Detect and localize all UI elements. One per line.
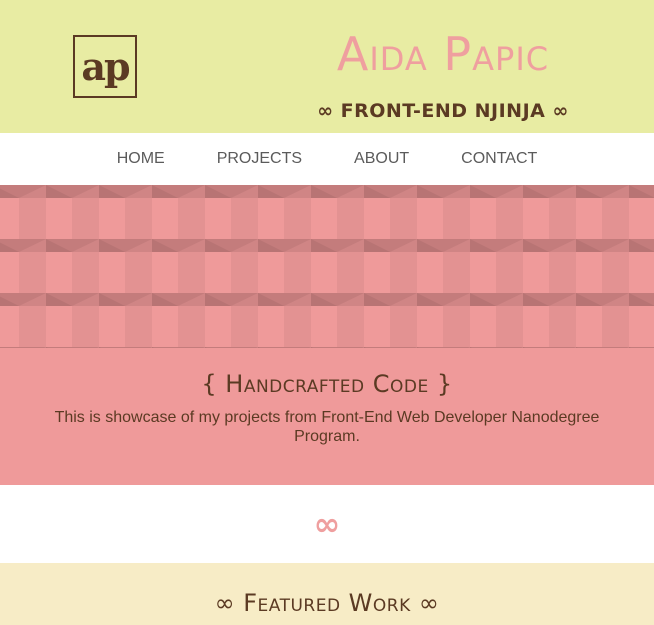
site-header: ap Aida Papic ∞ FRONT-END NJINJA ∞: [0, 0, 654, 133]
nav-link-home[interactable]: HOME: [117, 150, 165, 168]
nav-link-contact[interactable]: CONTACT: [461, 150, 537, 168]
main-nav: HOME PROJECTS ABOUT CONTACT: [0, 133, 654, 185]
geometric-pattern-banner: [0, 185, 654, 348]
hero-section: { Handcrafted Code } This is showcase of…: [0, 348, 654, 485]
logo[interactable]: ap: [73, 35, 137, 98]
hero-description: This is showcase of my projects from Fro…: [54, 409, 600, 445]
nav-link-projects[interactable]: PROJECTS: [217, 150, 302, 168]
nav-link-about[interactable]: ABOUT: [354, 150, 409, 168]
infinity-divider: ∞: [0, 485, 654, 563]
site-title: Aida Papic: [336, 27, 550, 81]
hero-title: { Handcrafted Code }: [201, 370, 453, 398]
infinity-icon: ∞: [313, 505, 341, 543]
site-subtitle: ∞ FRONT-END NJINJA ∞: [317, 100, 569, 122]
featured-work-title: ∞ Featured Work ∞: [214, 589, 440, 617]
featured-work-section: ∞ Featured Work ∞: [0, 563, 654, 625]
